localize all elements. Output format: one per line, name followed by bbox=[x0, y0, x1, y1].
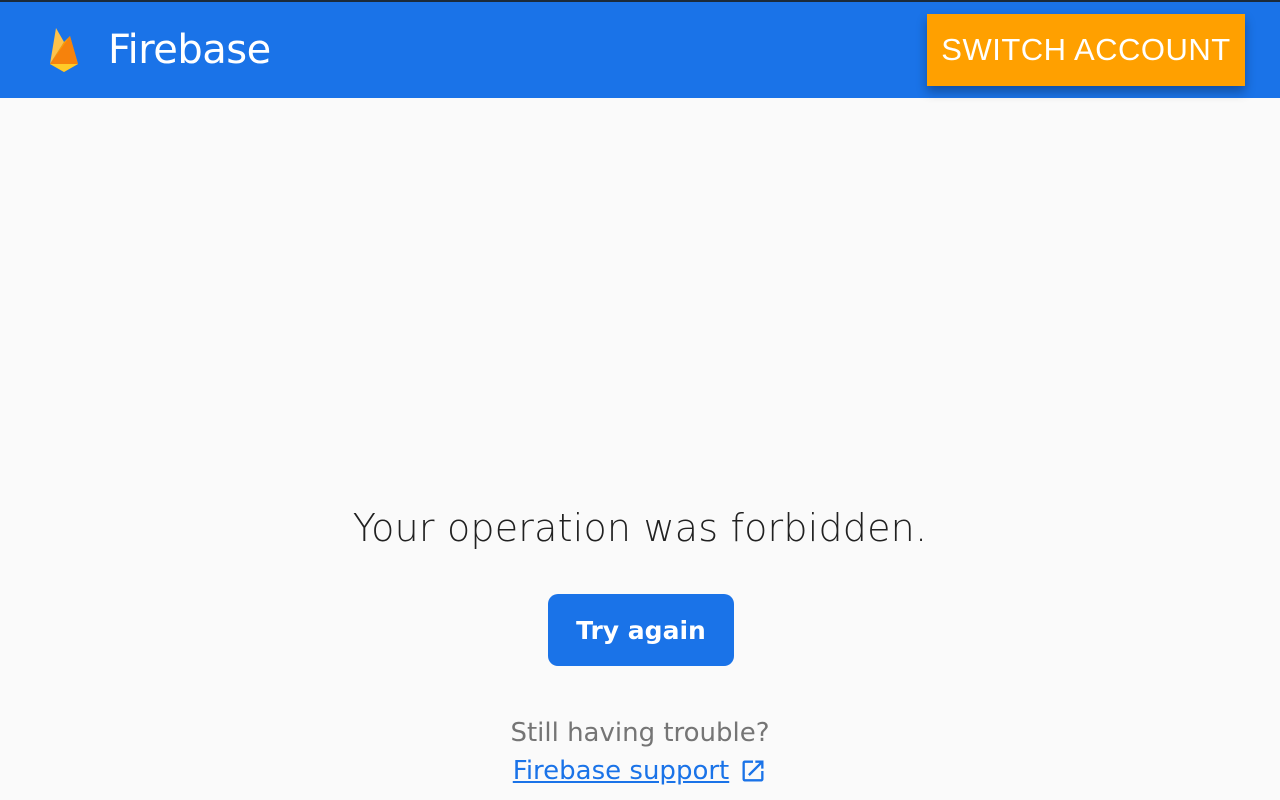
brand-name: Firebase bbox=[108, 27, 271, 73]
try-again-button[interactable]: Try again bbox=[548, 594, 734, 666]
brand[interactable]: Firebase bbox=[44, 24, 271, 76]
firebase-flame-icon bbox=[50, 28, 78, 72]
main-content: Your operation was forbidden. Try again … bbox=[0, 98, 1280, 800]
switch-account-button[interactable]: SWITCH ACCOUNT bbox=[927, 14, 1245, 86]
support-row: Firebase support bbox=[0, 756, 1280, 786]
firebase-support-link[interactable]: Firebase support bbox=[513, 756, 729, 786]
error-message: Your operation was forbidden. bbox=[352, 506, 928, 550]
open-in-new-icon[interactable] bbox=[739, 757, 767, 785]
trouble-text: Still having trouble? bbox=[510, 718, 770, 748]
app-header: Firebase SWITCH ACCOUNT bbox=[0, 0, 1280, 98]
